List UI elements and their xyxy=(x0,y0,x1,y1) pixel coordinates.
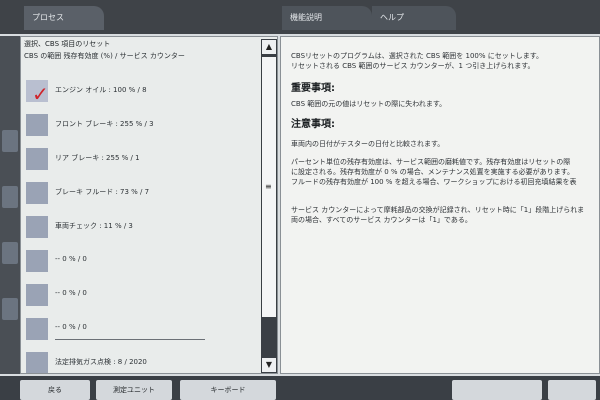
side-icon xyxy=(2,130,18,152)
cbs-item-vehicle-check[interactable]: 車両チェック : 11 % / 3 xyxy=(21,211,259,245)
scroll-up-icon[interactable]: ▲ xyxy=(262,40,276,54)
tab-bar: プロセス 機能説明 ヘルプ xyxy=(0,0,600,34)
intro-text: リセットされる CBS 範囲のサービス カウンターが、1 つ引き上げられます。 xyxy=(291,62,535,70)
item-divider xyxy=(55,339,205,340)
cbs-item-emission-check[interactable]: 法定排気ガス点検 : 8 / 2020 xyxy=(21,347,259,373)
cbs-item-brake-fluid[interactable]: ブレーキ フルード : 73 % / 7 xyxy=(21,177,259,211)
item-label: -- 0 % / 0 xyxy=(55,255,87,263)
cbs-item-front-brake[interactable]: フロント ブレーキ : 255 % / 3 xyxy=(21,109,259,143)
paragraph-text: 両の場合、すべてのサービス カウンターは「1」である。 xyxy=(291,216,472,224)
panel-subheading: CBS の範囲 残存有効度 (%) / サービス カウンター xyxy=(24,52,185,60)
important-heading: 重要事項: xyxy=(291,83,335,94)
item-checkbox[interactable] xyxy=(26,250,48,272)
next-button[interactable] xyxy=(452,380,542,400)
tab-function-description[interactable]: 機能説明 xyxy=(282,6,372,30)
item-label: リア ブレーキ : 255 % / 1 xyxy=(55,154,140,162)
scroll-thumb[interactable]: ≡ xyxy=(262,57,276,317)
paragraph-text: サービス カウンターによって摩耗部品の交換が記録され、リセット時に「1」段階上げ… xyxy=(291,206,585,214)
intro-text: CBSリセットのプログラムは、選択された CBS 範囲を 100% にセットしま… xyxy=(291,52,544,60)
side-icon xyxy=(2,298,18,320)
left-edge-strip xyxy=(0,36,20,374)
item-checkbox[interactable] xyxy=(26,284,48,306)
function-description-panel: CBSリセットのプログラムは、選択された CBS 範囲を 100% にセットしま… xyxy=(280,36,600,374)
panel-heading: 選択、CBS 項目のリセット xyxy=(24,40,111,48)
grip-icon: ≡ xyxy=(265,182,272,191)
item-label: フロント ブレーキ : 255 % / 3 xyxy=(55,120,154,128)
item-checkbox[interactable] xyxy=(26,114,48,136)
side-icon xyxy=(2,242,18,264)
item-label: 法定排気ガス点検 : 8 / 2020 xyxy=(55,358,147,366)
cbs-item-rear-brake[interactable]: リア ブレーキ : 255 % / 1 xyxy=(21,143,259,177)
important-text: CBS 範囲の元の値はリセットの際に失われます。 xyxy=(291,100,447,108)
note-heading: 注意事項: xyxy=(291,119,335,130)
item-checkbox[interactable] xyxy=(26,182,48,204)
diagnostic-screen: プロセス 機能説明 ヘルプ 選択、CBS 項目のリセット CBS の範囲 残存有… xyxy=(0,0,600,400)
item-checkbox[interactable] xyxy=(26,318,48,340)
tab-process[interactable]: プロセス xyxy=(24,6,104,30)
scroll-down-icon[interactable]: ▼ xyxy=(262,358,276,372)
cbs-selection-panel: 選択、CBS 項目のリセット CBS の範囲 残存有効度 (%) / サービス … xyxy=(20,36,278,374)
paragraph-text: に設定される。残存有効度が 0 % の場合、メンテナンス処置を実施する必要があり… xyxy=(291,168,574,176)
end-button[interactable] xyxy=(548,380,596,400)
item-checkbox[interactable] xyxy=(26,148,48,170)
keyboard-button[interactable]: キーボード xyxy=(180,380,276,400)
cbs-item-engine-oil[interactable]: ✓ エンジン オイル : 100 % / 8 xyxy=(21,75,259,109)
item-checkbox[interactable]: ✓ xyxy=(26,80,49,106)
tab-help[interactable]: ヘルプ xyxy=(372,6,456,30)
note-text: 車両内の日付がテスターの日付と比較されます。 xyxy=(291,140,445,148)
paragraph-text: パーセント単位の残存有効度は、サービス範囲の磨耗値です。残存有効度はリセットの際 xyxy=(291,158,571,166)
check-icon: ✓ xyxy=(32,82,49,106)
measurement-unit-button[interactable]: 測定ユニット xyxy=(96,380,172,400)
cbs-item-empty-1[interactable]: -- 0 % / 0 xyxy=(21,245,259,279)
vertical-scrollbar[interactable]: ▲ ≡ ▼ xyxy=(261,39,277,373)
item-label: -- 0 % / 0 xyxy=(55,323,87,331)
item-label: エンジン オイル : 100 % / 8 xyxy=(55,86,147,94)
item-label: -- 0 % / 0 xyxy=(55,289,87,297)
side-icon xyxy=(2,186,18,208)
cbs-item-empty-3[interactable]: -- 0 % / 0 xyxy=(21,313,259,347)
item-label: 車両チェック : 11 % / 3 xyxy=(55,222,133,230)
item-label: ブレーキ フルード : 73 % / 7 xyxy=(55,188,150,196)
item-checkbox[interactable] xyxy=(26,352,48,373)
bottom-toolbar: 戻る 測定ユニット キーボード xyxy=(0,376,600,400)
item-checkbox[interactable] xyxy=(26,216,48,238)
back-button[interactable]: 戻る xyxy=(20,380,90,400)
paragraph-text: フルードの残存有効度が 100 % を超える場合、ワークショップにおける初回充填… xyxy=(291,178,577,186)
cbs-item-empty-2[interactable]: -- 0 % / 0 xyxy=(21,279,259,313)
